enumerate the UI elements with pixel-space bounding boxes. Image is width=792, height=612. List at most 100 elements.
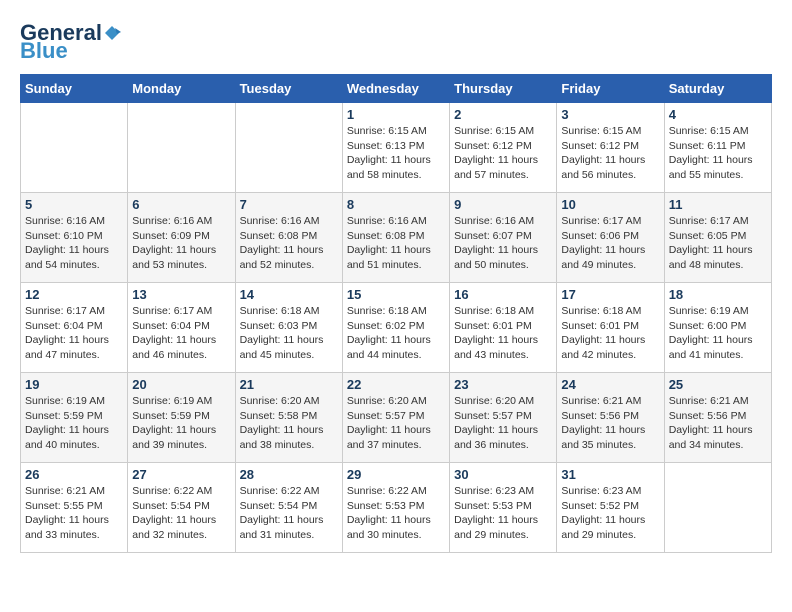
calendar-cell — [21, 103, 128, 193]
day-info: Sunrise: 6:23 AMSunset: 5:52 PMDaylight:… — [561, 484, 659, 543]
calendar-cell — [664, 463, 771, 553]
day-info: Sunrise: 6:15 AMSunset: 6:12 PMDaylight:… — [454, 124, 552, 183]
day-number: 10 — [561, 197, 659, 212]
weekday-header-saturday: Saturday — [664, 75, 771, 103]
calendar-cell: 26 Sunrise: 6:21 AMSunset: 5:55 PMDayligh… — [21, 463, 128, 553]
day-info: Sunrise: 6:23 AMSunset: 5:53 PMDaylight:… — [454, 484, 552, 543]
day-info: Sunrise: 6:20 AMSunset: 5:57 PMDaylight:… — [347, 394, 445, 453]
day-number: 8 — [347, 197, 445, 212]
day-info: Sunrise: 6:20 AMSunset: 5:57 PMDaylight:… — [454, 394, 552, 453]
calendar-cell: 10 Sunrise: 6:17 AMSunset: 6:06 PMDayligh… — [557, 193, 664, 283]
weekday-header-tuesday: Tuesday — [235, 75, 342, 103]
calendar-cell — [235, 103, 342, 193]
day-number: 21 — [240, 377, 338, 392]
calendar-cell: 17 Sunrise: 6:18 AMSunset: 6:01 PMDayligh… — [557, 283, 664, 373]
day-info: Sunrise: 6:21 AMSunset: 5:56 PMDaylight:… — [669, 394, 767, 453]
day-info: Sunrise: 6:15 AMSunset: 6:12 PMDaylight:… — [561, 124, 659, 183]
day-info: Sunrise: 6:16 AMSunset: 6:08 PMDaylight:… — [240, 214, 338, 273]
calendar-cell: 22 Sunrise: 6:20 AMSunset: 5:57 PMDayligh… — [342, 373, 449, 463]
calendar-cell: 30 Sunrise: 6:23 AMSunset: 5:53 PMDayligh… — [450, 463, 557, 553]
day-info: Sunrise: 6:19 AMSunset: 5:59 PMDaylight:… — [132, 394, 230, 453]
weekday-header-wednesday: Wednesday — [342, 75, 449, 103]
weekday-header-friday: Friday — [557, 75, 664, 103]
day-info: Sunrise: 6:15 AMSunset: 6:13 PMDaylight:… — [347, 124, 445, 183]
calendar-cell: 1 Sunrise: 6:15 AMSunset: 6:13 PMDaylight… — [342, 103, 449, 193]
day-info: Sunrise: 6:16 AMSunset: 6:09 PMDaylight:… — [132, 214, 230, 273]
calendar-cell: 31 Sunrise: 6:23 AMSunset: 5:52 PMDayligh… — [557, 463, 664, 553]
day-info: Sunrise: 6:18 AMSunset: 6:03 PMDaylight:… — [240, 304, 338, 363]
day-number: 7 — [240, 197, 338, 212]
logo-blue: Blue — [20, 38, 68, 64]
day-number: 25 — [669, 377, 767, 392]
day-info: Sunrise: 6:22 AMSunset: 5:54 PMDaylight:… — [240, 484, 338, 543]
day-info: Sunrise: 6:17 AMSunset: 6:04 PMDaylight:… — [25, 304, 123, 363]
day-info: Sunrise: 6:15 AMSunset: 6:11 PMDaylight:… — [669, 124, 767, 183]
day-number: 13 — [132, 287, 230, 302]
day-info: Sunrise: 6:19 AMSunset: 5:59 PMDaylight:… — [25, 394, 123, 453]
calendar-cell: 15Sunrise: 6:18 AMSunset: 6:02 PMDayligh… — [342, 283, 449, 373]
day-number: 28 — [240, 467, 338, 482]
logo-bird-icon — [103, 24, 121, 42]
day-number: 26 — [25, 467, 123, 482]
day-info: Sunrise: 6:22 AMSunset: 5:54 PMDaylight:… — [132, 484, 230, 543]
day-info: Sunrise: 6:22 AMSunset: 5:53 PMDaylight:… — [347, 484, 445, 543]
day-number: 18 — [669, 287, 767, 302]
calendar-table: SundayMondayTuesdayWednesdayThursdayFrid… — [20, 74, 772, 553]
day-info: Sunrise: 6:20 AMSunset: 5:58 PMDaylight:… — [240, 394, 338, 453]
calendar-cell: 24 Sunrise: 6:21 AMSunset: 5:56 PMDayligh… — [557, 373, 664, 463]
calendar-cell: 14 Sunrise: 6:18 AMSunset: 6:03 PMDayligh… — [235, 283, 342, 373]
calendar-cell: 27 Sunrise: 6:22 AMSunset: 5:54 PMDayligh… — [128, 463, 235, 553]
day-info: Sunrise: 6:18 AMSunset: 6:01 PMDaylight:… — [561, 304, 659, 363]
day-number: 24 — [561, 377, 659, 392]
calendar-cell: 9 Sunrise: 6:16 AMSunset: 6:07 PMDaylight… — [450, 193, 557, 283]
calendar-cell: 28 Sunrise: 6:22 AMSunset: 5:54 PMDayligh… — [235, 463, 342, 553]
calendar-cell: 18 Sunrise: 6:19 AMSunset: 6:00 PMDayligh… — [664, 283, 771, 373]
day-number: 15 — [347, 287, 445, 302]
calendar-cell: 16 Sunrise: 6:18 AMSunset: 6:01 PMDayligh… — [450, 283, 557, 373]
calendar-cell: 2 Sunrise: 6:15 AMSunset: 6:12 PMDaylight… — [450, 103, 557, 193]
day-number: 22 — [347, 377, 445, 392]
calendar-cell: 13Sunrise: 6:17 AMSunset: 6:04 PMDayligh… — [128, 283, 235, 373]
day-number: 4 — [669, 107, 767, 122]
day-number: 20 — [132, 377, 230, 392]
day-number: 14 — [240, 287, 338, 302]
day-info: Sunrise: 6:16 AMSunset: 6:10 PMDaylight:… — [25, 214, 123, 273]
day-number: 27 — [132, 467, 230, 482]
day-number: 17 — [561, 287, 659, 302]
calendar-cell: 6Sunrise: 6:16 AMSunset: 6:09 PMDaylight… — [128, 193, 235, 283]
day-info: Sunrise: 6:17 AMSunset: 6:06 PMDaylight:… — [561, 214, 659, 273]
calendar-cell: 3 Sunrise: 6:15 AMSunset: 6:12 PMDaylight… — [557, 103, 664, 193]
day-info: Sunrise: 6:19 AMSunset: 6:00 PMDaylight:… — [669, 304, 767, 363]
day-number: 3 — [561, 107, 659, 122]
day-info: Sunrise: 6:18 AMSunset: 6:01 PMDaylight:… — [454, 304, 552, 363]
weekday-header-thursday: Thursday — [450, 75, 557, 103]
calendar-cell: 4 Sunrise: 6:15 AMSunset: 6:11 PMDaylight… — [664, 103, 771, 193]
day-number: 30 — [454, 467, 552, 482]
calendar-cell: 19 Sunrise: 6:19 AMSunset: 5:59 PMDayligh… — [21, 373, 128, 463]
weekday-header-monday: Monday — [128, 75, 235, 103]
day-number: 11 — [669, 197, 767, 212]
calendar-cell: 21 Sunrise: 6:20 AMSunset: 5:58 PMDayligh… — [235, 373, 342, 463]
day-info: Sunrise: 6:17 AMSunset: 6:05 PMDaylight:… — [669, 214, 767, 273]
day-number: 12 — [25, 287, 123, 302]
day-number: 1 — [347, 107, 445, 122]
calendar-cell: 25 Sunrise: 6:21 AMSunset: 5:56 PMDayligh… — [664, 373, 771, 463]
calendar-cell: 29Sunrise: 6:22 AMSunset: 5:53 PMDayligh… — [342, 463, 449, 553]
calendar-cell: 11 Sunrise: 6:17 AMSunset: 6:05 PMDayligh… — [664, 193, 771, 283]
day-number: 19 — [25, 377, 123, 392]
day-number: 9 — [454, 197, 552, 212]
weekday-header-sunday: Sunday — [21, 75, 128, 103]
day-info: Sunrise: 6:16 AMSunset: 6:08 PMDaylight:… — [347, 214, 445, 273]
calendar-cell — [128, 103, 235, 193]
day-info: Sunrise: 6:16 AMSunset: 6:07 PMDaylight:… — [454, 214, 552, 273]
day-info: Sunrise: 6:21 AMSunset: 5:55 PMDaylight:… — [25, 484, 123, 543]
day-number: 2 — [454, 107, 552, 122]
day-number: 31 — [561, 467, 659, 482]
calendar-cell: 20 Sunrise: 6:19 AMSunset: 5:59 PMDayligh… — [128, 373, 235, 463]
logo: General Blue — [20, 20, 122, 64]
calendar-cell: 12 Sunrise: 6:17 AMSunset: 6:04 PMDayligh… — [21, 283, 128, 373]
day-number: 16 — [454, 287, 552, 302]
calendar-cell: 8 Sunrise: 6:16 AMSunset: 6:08 PMDaylight… — [342, 193, 449, 283]
day-info: Sunrise: 6:21 AMSunset: 5:56 PMDaylight:… — [561, 394, 659, 453]
calendar-cell: 5Sunrise: 6:16 AMSunset: 6:10 PMDaylight… — [21, 193, 128, 283]
